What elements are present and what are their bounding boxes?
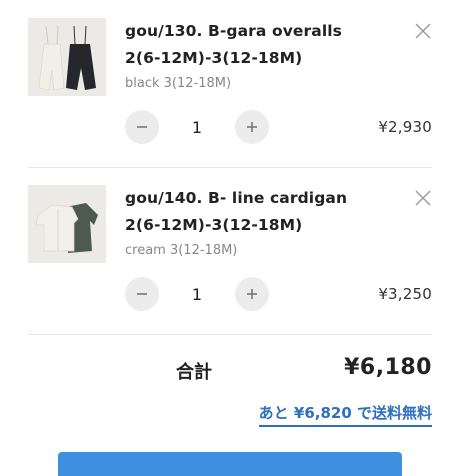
decrease-quantity-button[interactable] (125, 277, 159, 311)
free-shipping-link[interactable]: あと ¥6,820 で送料無料 (258, 402, 432, 427)
cardigan-product-image (28, 185, 106, 263)
product-title[interactable]: gou/140. B- line cardigan 2(6-12M)-3(12-… (125, 185, 365, 239)
product-title[interactable]: gou/130. B-gara overalls 2(6-12M)-3(12-1… (125, 18, 365, 72)
close-icon (415, 23, 431, 39)
quantity-value: 1 (191, 285, 203, 304)
product-thumbnail[interactable] (28, 18, 106, 96)
remove-item-button[interactable] (414, 189, 432, 207)
item-price: ¥3,250 (378, 285, 432, 303)
overalls-product-image (28, 18, 106, 96)
plus-icon (247, 289, 257, 299)
increase-quantity-button[interactable] (235, 110, 269, 144)
product-variant: cream 3(12-18M) (125, 243, 238, 258)
minus-icon (137, 126, 147, 128)
product-variant: black 3(12-18M) (125, 76, 232, 91)
checkout-button[interactable] (58, 452, 402, 476)
decrease-quantity-button[interactable] (125, 110, 159, 144)
remove-item-button[interactable] (414, 22, 432, 40)
close-icon (415, 190, 431, 206)
cart-item: gou/130. B-gara overalls 2(6-12M)-3(12-1… (0, 0, 460, 167)
minus-icon (137, 293, 147, 295)
increase-quantity-button[interactable] (235, 277, 269, 311)
plus-icon (247, 122, 257, 132)
total-value: ¥6,180 (344, 355, 432, 380)
total-label: 合計 (176, 362, 212, 383)
product-thumbnail[interactable] (28, 185, 106, 263)
divider (28, 334, 432, 335)
quantity-value: 1 (191, 118, 203, 137)
item-price: ¥2,930 (378, 118, 432, 136)
cart-item: gou/140. B- line cardigan 2(6-12M)-3(12-… (0, 167, 460, 334)
